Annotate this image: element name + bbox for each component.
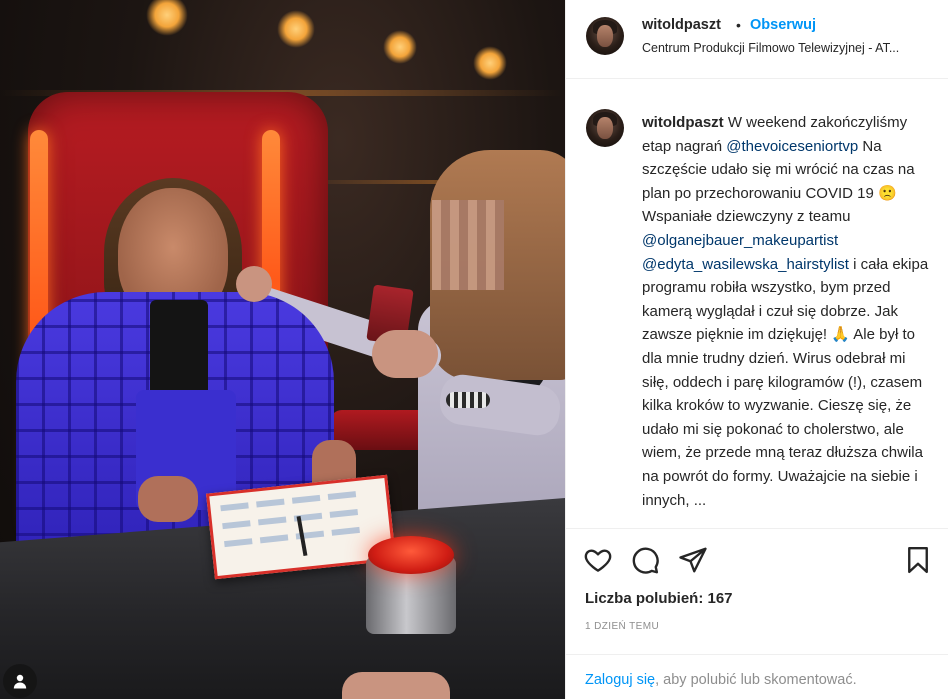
blurred-face <box>432 200 504 290</box>
hand-foreground <box>342 672 450 699</box>
scroll-fade <box>566 510 948 528</box>
action-bar: Liczba polubień: 167 1 DZIEŃ TEMU <box>566 528 948 655</box>
user-icon <box>13 674 27 689</box>
comment-icon[interactable] <box>630 545 660 575</box>
separator-dot: • <box>736 17 741 33</box>
stage-light <box>146 0 188 36</box>
follow-button[interactable]: Obserwuj <box>750 17 816 33</box>
red-buzzer <box>368 536 454 574</box>
man-hand-left <box>138 476 198 522</box>
caption-username[interactable]: witoldpaszt <box>642 114 724 131</box>
bookmark-icon[interactable] <box>903 545 933 575</box>
avatar[interactable] <box>586 17 624 55</box>
post-header: witoldpaszt • Obserwuj Centrum Produkcji… <box>566 0 948 79</box>
post-timestamp[interactable]: 1 DZIEŃ TEMU <box>585 621 659 632</box>
instagram-post: witoldpaszt • Obserwuj Centrum Produkcji… <box>0 0 948 699</box>
post-caption: witoldpaszt W weekend zakończyliśmy etap… <box>642 111 934 512</box>
likes-count[interactable]: Liczba polubień: 167 <box>585 590 733 607</box>
header-username[interactable]: witoldpaszt <box>642 17 721 33</box>
stage-light <box>383 30 417 64</box>
caption-text: i cała ekipa programu robiła wszystko, b… <box>642 255 929 509</box>
caption-avatar[interactable] <box>586 109 624 147</box>
heart-icon[interactable] <box>583 545 613 575</box>
login-prompt-text: , aby polubić lub skomentować. <box>655 672 857 688</box>
post-side-panel: witoldpaszt • Obserwuj Centrum Produkcji… <box>565 0 948 699</box>
tagged-users-button[interactable] <box>3 664 37 698</box>
woman-hand-brush <box>236 266 272 302</box>
mention-link[interactable]: @thevoiceseniortvp <box>726 138 858 155</box>
stage-light <box>473 46 507 80</box>
woman-hand <box>372 330 438 378</box>
login-link[interactable]: Zaloguj się <box>585 672 655 688</box>
comments-area[interactable]: witoldpaszt W weekend zakończyliśmy etap… <box>566 79 948 528</box>
post-photo[interactable] <box>0 0 565 699</box>
mention-link[interactable]: @olganejbauer_makeupartist <box>642 232 838 249</box>
bracelet <box>446 392 490 408</box>
share-icon[interactable] <box>678 545 708 575</box>
mention-link[interactable]: @edyta_wasilewska_hairstylist <box>642 256 849 273</box>
stage-light <box>277 10 315 48</box>
location-link[interactable]: Centrum Produkcji Filmowo Telewizyjnej -… <box>642 41 942 55</box>
login-prompt: Zaloguj się, aby polubić lub skomentować… <box>566 654 948 700</box>
